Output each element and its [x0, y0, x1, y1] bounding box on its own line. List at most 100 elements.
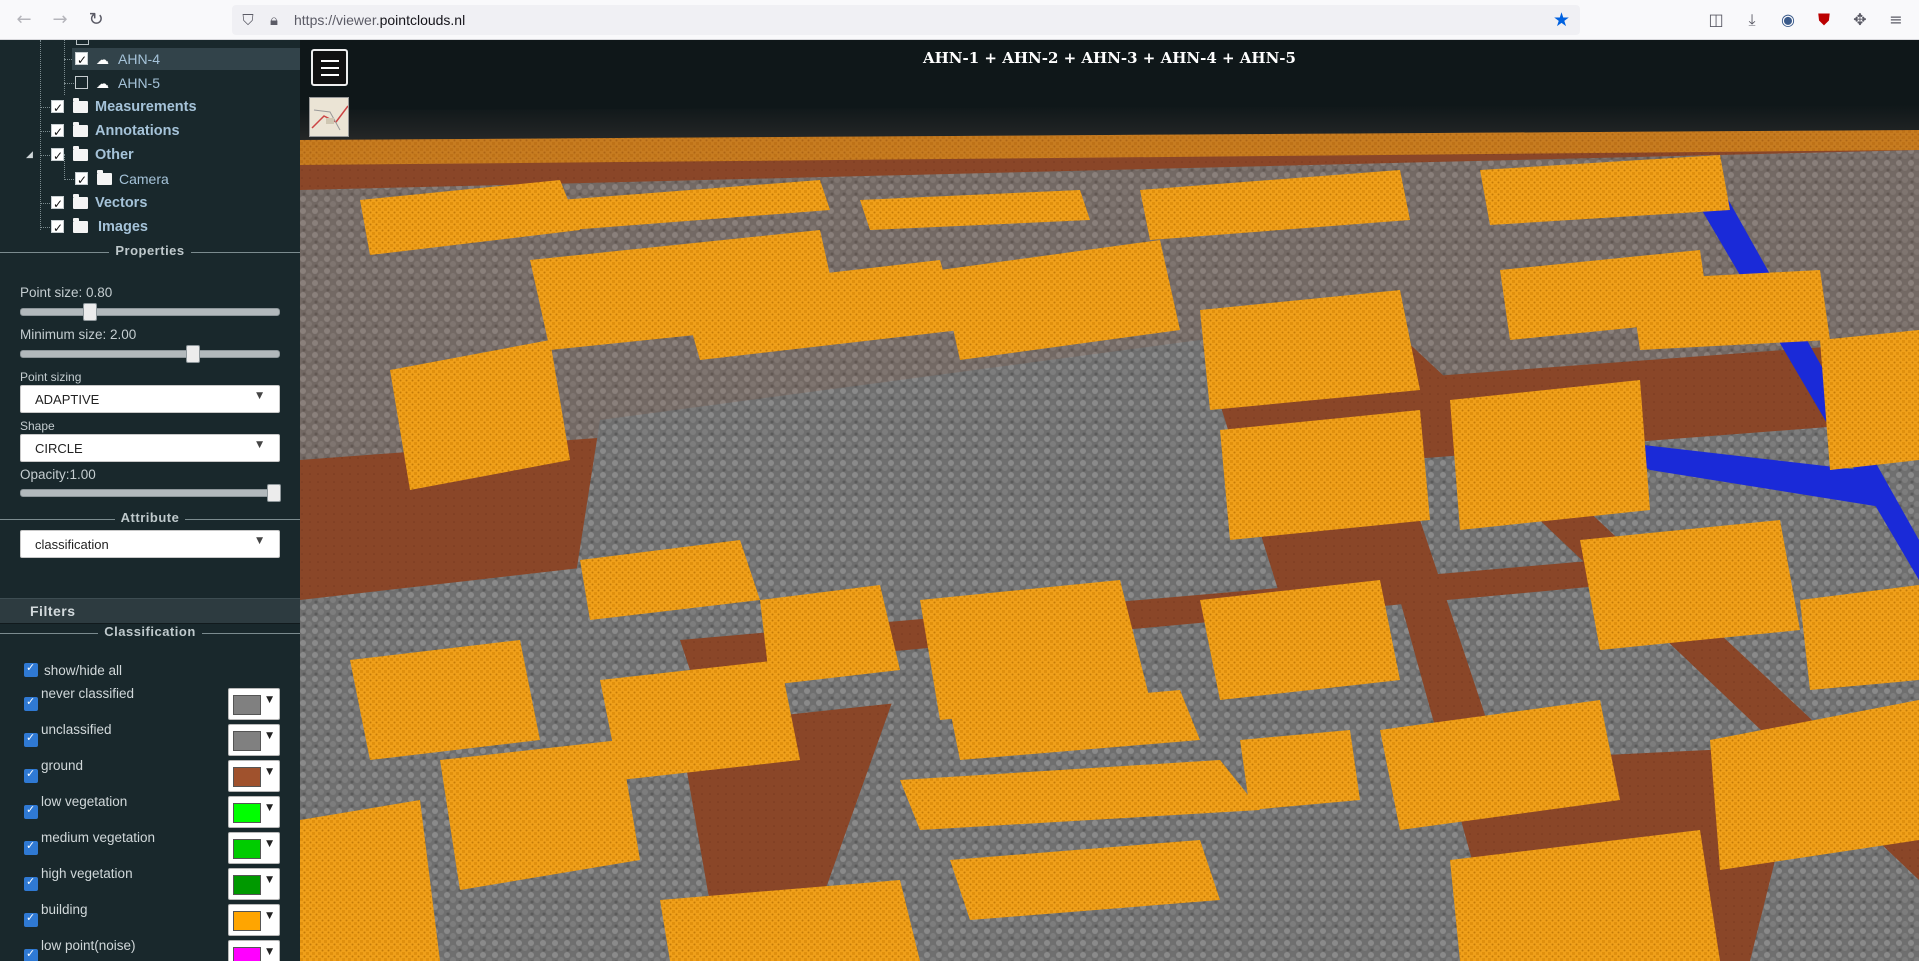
- classification-checkbox[interactable]: [24, 875, 38, 891]
- classification-row[interactable]: medium vegetation ▼: [0, 830, 300, 866]
- chevron-down-icon: ▼: [256, 391, 263, 401]
- classification-checkbox[interactable]: [24, 803, 38, 819]
- classification-row[interactable]: ground ▼: [0, 758, 300, 794]
- classification-checkbox[interactable]: [24, 839, 38, 855]
- tree-guide-line: [64, 40, 65, 95]
- hamburger-menu-icon[interactable]: ≡: [1884, 8, 1908, 32]
- tree-item-annotations[interactable]: Annotations: [48, 120, 300, 143]
- checkbox[interactable]: [51, 193, 64, 215]
- tree-item-measurements[interactable]: Measurements: [48, 96, 300, 119]
- chevron-down-icon: ▼: [266, 803, 273, 813]
- point-cloud-canvas[interactable]: [300, 40, 1919, 961]
- attribute-title: Attribute: [114, 510, 186, 525]
- tree-checkbox-partial[interactable]: [76, 40, 89, 45]
- point-sizing-select[interactable]: ADAPTIVE ▼: [20, 385, 280, 413]
- tree-item-vectors[interactable]: Vectors: [48, 192, 300, 215]
- checkbox[interactable]: [75, 169, 88, 191]
- download-icon[interactable]: ⤓: [1740, 8, 1764, 32]
- shield-icon[interactable]: ⛉: [238, 10, 258, 30]
- color-picker[interactable]: ▼: [228, 832, 280, 864]
- folder-icon: [73, 122, 88, 137]
- attribute-select[interactable]: classification ▼: [20, 530, 280, 558]
- color-picker[interactable]: ▼: [228, 724, 280, 756]
- show-hide-all-checkbox[interactable]: [24, 661, 38, 677]
- checkbox[interactable]: [51, 121, 64, 143]
- classification-label: low vegetation: [41, 794, 128, 809]
- tree-item-ahn5[interactable]: ☁ AHN-5: [72, 72, 300, 94]
- minimap[interactable]: [309, 97, 349, 137]
- color-picker[interactable]: ▼: [228, 760, 280, 792]
- chevron-down-icon: ▼: [266, 911, 273, 921]
- color-swatch: [233, 947, 261, 961]
- classification-title: Classification: [98, 624, 202, 639]
- filters-panel-header[interactable]: Filters: [0, 598, 300, 624]
- show-hide-all-label: show/hide all: [44, 663, 123, 678]
- tree-item-label: Camera: [119, 171, 169, 187]
- color-picker[interactable]: ▼: [228, 868, 280, 900]
- tree-item-other[interactable]: ◢ Other: [26, 144, 300, 167]
- classification-row[interactable]: never classified ▼: [0, 686, 300, 722]
- reload-icon[interactable]: ↻: [84, 8, 108, 32]
- color-picker[interactable]: ▼: [228, 796, 280, 828]
- checkbox[interactable]: [51, 145, 64, 167]
- checkbox[interactable]: [75, 76, 88, 89]
- tree-item-images[interactable]: Images: [48, 216, 300, 239]
- pocket-icon[interactable]: ◫: [1704, 8, 1728, 32]
- point-size-slider[interactable]: [20, 303, 280, 321]
- classification-row[interactable]: building ▼: [0, 902, 300, 938]
- minimum-size-slider[interactable]: [20, 345, 280, 363]
- color-swatch: [233, 731, 261, 751]
- color-swatch: [233, 695, 261, 715]
- url-text[interactable]: https://viewer.pointclouds.nl: [294, 12, 465, 28]
- classification-label: medium vegetation: [41, 830, 156, 845]
- classification-row[interactable]: low point(noise) ▼: [0, 938, 300, 961]
- sidebar: ☁ AHN-4 ☁ AHN-5 Measurements Annotations…: [0, 40, 300, 961]
- extensions-icon[interactable]: ✥: [1848, 8, 1872, 32]
- ublock-icon[interactable]: ⛊: [1812, 8, 1836, 32]
- color-swatch: [233, 767, 261, 787]
- slider-thumb[interactable]: [267, 484, 281, 502]
- tree-item-label: AHN-5: [118, 75, 161, 91]
- tree-item-label: Measurements: [95, 99, 197, 115]
- classification-row[interactable]: high vegetation ▼: [0, 866, 300, 902]
- slider-thumb[interactable]: [83, 303, 97, 321]
- classification-checkbox[interactable]: [24, 695, 38, 711]
- opacity-label: Opacity:1.00: [20, 467, 96, 482]
- bookmark-star-icon[interactable]: ★: [1553, 8, 1570, 32]
- collapse-triangle-icon[interactable]: ◢: [26, 144, 33, 166]
- viewer-title: AHN-1 + AHN-2 + AHN-3 + AHN-4 + AHN-5: [923, 49, 1296, 67]
- point-sizing-label: Point sizing: [20, 370, 82, 384]
- point-cloud-viewer[interactable]: AHN-1 + AHN-2 + AHN-3 + AHN-4 + AHN-5: [300, 40, 1919, 961]
- back-arrow-icon[interactable]: ←: [12, 8, 36, 32]
- address-bar[interactable]: ⛉ 🔒︎ https://viewer.pointclouds.nl ★: [232, 5, 1580, 35]
- attribute-value: classification: [35, 537, 109, 552]
- color-picker[interactable]: ▼: [228, 904, 280, 936]
- globe-icon[interactable]: ◉: [1776, 8, 1800, 32]
- folder-icon: [73, 146, 88, 161]
- attribute-header: Attribute: [0, 510, 300, 528]
- classification-row[interactable]: low vegetation ▼: [0, 794, 300, 830]
- classification-checkbox[interactable]: [24, 731, 38, 747]
- folder-icon: [73, 218, 88, 233]
- color-picker[interactable]: ▼: [228, 940, 280, 961]
- color-picker[interactable]: ▼: [228, 688, 280, 720]
- classification-checkbox[interactable]: [24, 911, 38, 927]
- classification-checkbox[interactable]: [24, 947, 38, 961]
- checkbox[interactable]: [51, 97, 64, 119]
- classification-row[interactable]: unclassified ▼: [0, 722, 300, 758]
- shape-select[interactable]: CIRCLE ▼: [20, 434, 280, 462]
- opacity-slider[interactable]: [20, 484, 281, 502]
- checkbox[interactable]: [51, 217, 64, 239]
- slider-thumb[interactable]: [186, 345, 200, 363]
- point-size-label: Point size: 0.80: [20, 285, 113, 300]
- tree-item-ahn4[interactable]: ☁ AHN-4: [72, 48, 300, 71]
- classification-checkbox[interactable]: [24, 767, 38, 783]
- classification-label: unclassified: [41, 722, 112, 737]
- forward-arrow-icon[interactable]: →: [48, 8, 72, 32]
- lock-icon[interactable]: 🔒︎: [264, 10, 284, 30]
- properties-title: Properties: [109, 243, 191, 258]
- checkbox[interactable]: [75, 49, 88, 71]
- properties-header: Properties: [0, 243, 300, 261]
- tree-item-camera[interactable]: Camera: [72, 168, 300, 191]
- show-hide-all-row[interactable]: show/hide all: [0, 660, 300, 680]
